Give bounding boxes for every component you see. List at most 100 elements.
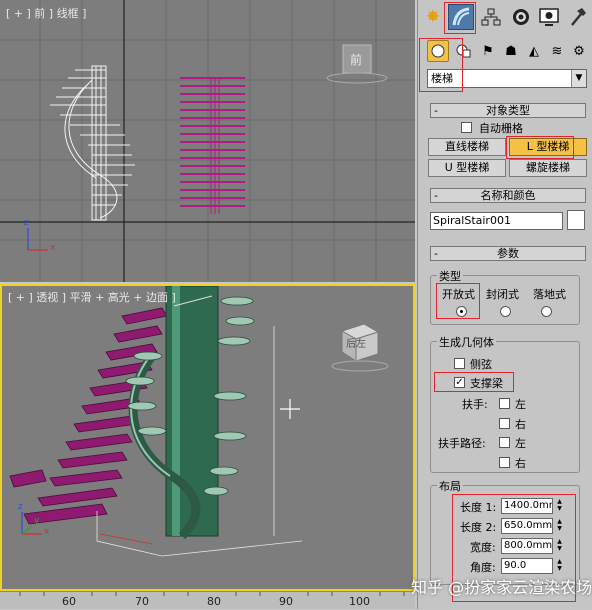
rail-path-right-checkbox[interactable] (499, 457, 510, 468)
front-grid (0, 0, 415, 282)
rail-right-label: 右 (515, 418, 526, 431)
closed-type-label: 封闭式 (486, 288, 519, 301)
rollout-collapse-icon: - (434, 189, 438, 202)
layout-group-title: 布局 (437, 478, 463, 494)
u-stair-button[interactable]: U 型楼梯 (428, 159, 506, 177)
front-axis-x: x (50, 243, 56, 253)
width-spinner[interactable]: ▲ ▼ (555, 538, 564, 554)
spiral-stair-3d (125, 286, 255, 540)
perspective-axis-z: z (18, 502, 23, 512)
shapes-icon (456, 44, 471, 58)
rail-left-checkbox[interactable] (499, 398, 510, 409)
length1-spinner[interactable]: ▲ ▼ (555, 498, 564, 514)
angle-field[interactable]: 90.0 (501, 558, 553, 574)
rail-path-left-checkbox[interactable] (499, 437, 510, 448)
hierarchy-icon (481, 8, 501, 26)
autogrid-label: 自动栅格 (479, 122, 523, 135)
tab-modify[interactable] (448, 4, 474, 30)
hammer-icon (571, 8, 586, 26)
width-field[interactable]: 800.0mm (501, 538, 553, 554)
straight-stair-button[interactable]: 直线楼梯 (428, 138, 506, 156)
spacewarp-icon: ≋ (551, 43, 563, 59)
spiral-stair-button[interactable]: 螺旋楼梯 (509, 159, 587, 177)
perspective-axis-y: y (34, 516, 40, 526)
rollout-object-type[interactable]: - 对象类型 (430, 103, 586, 118)
spiral-stair-wireframe (50, 65, 135, 221)
length2-field[interactable]: 650.0mm (501, 518, 553, 534)
ruler-tick: 80 (207, 595, 221, 608)
rail-label: 扶手: (462, 398, 488, 411)
support-beam-label: 支撑梁 (470, 377, 503, 390)
open-type-radio[interactable] (456, 306, 467, 317)
side-string-checkbox[interactable] (454, 358, 465, 369)
subtab-shapes[interactable] (453, 40, 475, 62)
tab-display[interactable] (536, 4, 562, 30)
perspective-cube-label[interactable]: 后左 (346, 335, 366, 350)
generate-geometry-title: 生成几何体 (437, 334, 496, 350)
type-group-title: 类型 (437, 268, 463, 284)
timeline-ruler[interactable]: 60 70 80 90 100 (0, 591, 415, 609)
rollout-parameters[interactable]: - 参数 (430, 246, 586, 261)
rail-path-right-label: 右 (515, 457, 526, 470)
perspective-viewport-label[interactable]: [ + ] 透视 ] 平滑 + 高光 + 边面 ] (8, 289, 176, 305)
category-dropdown-value: 楼梯 (431, 72, 453, 85)
open-type-label: 开放式 (442, 288, 475, 301)
length2-spinner[interactable]: ▲ ▼ (555, 518, 564, 534)
subtab-geometry[interactable] (427, 40, 449, 62)
rail-right-checkbox[interactable] (499, 418, 510, 429)
rail-path-label: 扶手路径: (438, 437, 486, 450)
rail-path-left-label: 左 (515, 437, 526, 450)
subtab-helpers[interactable]: ◭ (523, 40, 545, 62)
front-axis-z: z (24, 218, 29, 228)
front-viewport[interactable]: [ + ] 前 ] 线框 ] 前 x z (0, 0, 415, 282)
subtab-spacewarps[interactable]: ≋ (546, 40, 568, 62)
camera-icon: ☗ (505, 43, 517, 59)
watermark-text: 知乎 @扮家家云渲染农场 (411, 578, 592, 597)
box-type-radio[interactable] (541, 306, 552, 317)
rollout-parameters-title: 参数 (497, 247, 519, 260)
l-stair-button[interactable]: L 型楼梯 (509, 138, 587, 156)
ruler-tick: 60 (62, 595, 76, 608)
front-cube-label[interactable]: 前 (350, 51, 362, 68)
autogrid-checkbox[interactable] (461, 122, 472, 133)
length1-field[interactable]: 1400.0mm (501, 498, 553, 514)
tab-utilities[interactable] (564, 4, 590, 30)
perspective-viewport[interactable]: [ + ] 透视 ] 平滑 + 高光 + 边面 ] 后左 x y z (0, 284, 415, 591)
support-beam-checkbox[interactable]: ✓ (454, 377, 465, 388)
straight-stair-3d (9, 307, 168, 525)
tab-motion[interactable] (508, 4, 534, 30)
object-color-swatch[interactable] (567, 210, 585, 230)
tab-hierarchy[interactable] (478, 4, 504, 30)
category-dropdown[interactable]: 楼梯 ▼ (427, 69, 587, 88)
angle-spinner[interactable]: ▲ ▼ (555, 558, 564, 574)
perspective-scene (9, 286, 389, 557)
closed-type-radio[interactable] (500, 306, 511, 317)
light-icon: ⚑ (482, 43, 494, 59)
straight-stair-side (180, 77, 245, 207)
ruler-tick: 100 (349, 595, 370, 608)
sun-icon: ✸ (425, 7, 441, 27)
sphere-icon (431, 44, 445, 58)
straight-stair-verticals (210, 78, 220, 214)
tab-create[interactable]: ✸ (420, 4, 446, 30)
crosshair-cursor (280, 399, 300, 419)
subtab-systems[interactable]: ⚙ (568, 40, 590, 62)
chevron-down-icon[interactable]: ▼ (571, 70, 586, 87)
front-viewport-label[interactable]: [ + ] 前 ] 线框 ] (6, 5, 86, 21)
subtab-cameras[interactable]: ☗ (500, 40, 522, 62)
command-panel: ✸ ⚑ ☗ ◭ ≋ ⚙ 楼梯 ▼ - 对象类型 自动栅格 直线楼梯 L 型楼梯 … (417, 0, 592, 609)
display-icon (539, 8, 559, 26)
subtab-lights[interactable]: ⚑ (477, 40, 499, 62)
modify-icon (452, 7, 470, 26)
length2-label: 长度 2: (460, 521, 497, 534)
rollout-collapse-icon: - (434, 247, 438, 260)
rollout-collapse-icon: - (434, 104, 438, 117)
panel-tabbar: ✸ (418, 0, 592, 36)
angle-label: 角度: (470, 561, 496, 574)
object-name-field[interactable]: SpiralStair001 (430, 212, 563, 230)
rollout-name-color[interactable]: - 名称和颜色 (430, 188, 586, 203)
perspective-axis-x: x (44, 527, 50, 537)
gears-icon: ⚙ (573, 43, 585, 59)
length1-label: 长度 1: (460, 501, 497, 514)
box-type-label: 落地式 (533, 288, 566, 301)
